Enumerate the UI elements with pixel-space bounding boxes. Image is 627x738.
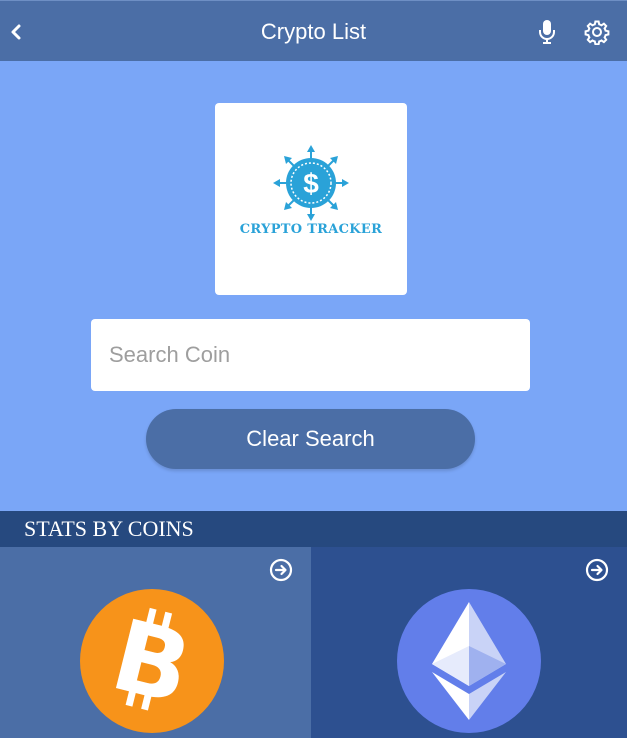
coin-card-ethereum[interactable] — [311, 547, 627, 738]
ethereum-icon — [397, 589, 541, 733]
hero-section: $ CRYPTO TRACKER Clear Search — [0, 61, 627, 511]
settings-button[interactable] — [580, 15, 614, 49]
svg-text:$: $ — [303, 168, 319, 199]
logo-text: CRYPTO TRACKER — [239, 222, 383, 237]
arrow-right-circle-icon[interactable] — [269, 558, 293, 582]
top-app-bar: Crypto List — [0, 0, 627, 61]
bitcoin-icon: B — [80, 589, 224, 733]
gear-icon — [584, 20, 610, 45]
microphone-icon — [539, 20, 555, 44]
clear-search-button[interactable]: Clear Search — [146, 409, 475, 469]
search-input[interactable] — [91, 319, 530, 391]
arrow-right-circle-icon[interactable] — [585, 558, 609, 582]
section-title: STATS BY COINS — [24, 516, 194, 541]
voice-search-button[interactable] — [533, 15, 561, 49]
app-logo: $ CRYPTO TRACKER — [215, 103, 407, 295]
dollar-coin-arrows-icon: $ — [273, 145, 349, 221]
coin-card-bitcoin[interactable]: B — [0, 547, 311, 738]
stats-section-header: STATS BY COINS — [0, 511, 627, 547]
